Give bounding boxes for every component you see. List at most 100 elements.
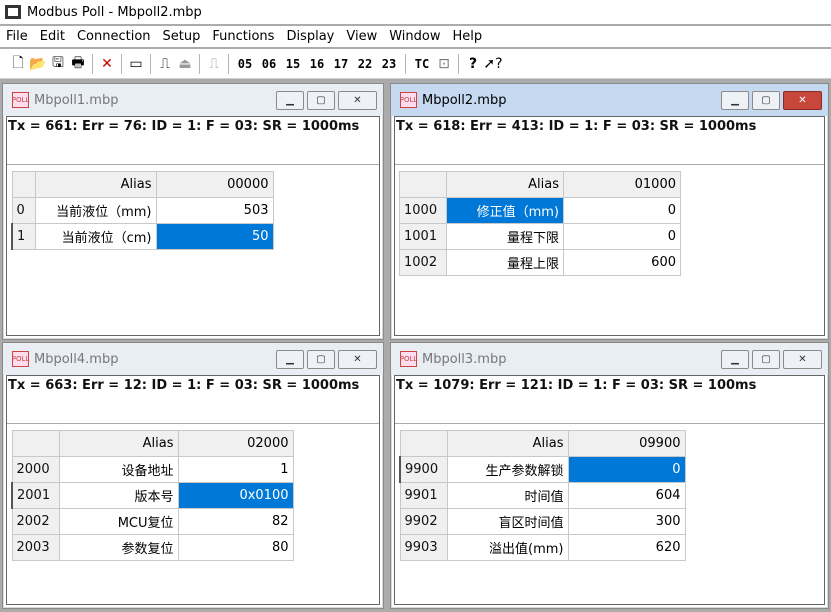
register-table: Alias 02000 2000 设备地址 1 2001 版本号 0x0100 … xyxy=(11,430,294,561)
alias-cell[interactable]: 量程下限 xyxy=(446,223,564,250)
alias-cell[interactable]: 版本号 xyxy=(58,482,179,509)
menu-file[interactable]: File xyxy=(0,29,34,44)
menu-edit[interactable]: Edit xyxy=(34,29,71,44)
value-cell[interactable]: 0 xyxy=(563,197,681,224)
print-icon[interactable]: 🖶 xyxy=(68,54,88,74)
minimize-icon[interactable]: ▁ xyxy=(721,350,749,369)
value-cell[interactable]: 1 xyxy=(177,456,294,483)
row-number: 1000 xyxy=(399,197,447,224)
value-cell[interactable]: 0x0100 xyxy=(177,482,294,509)
alias-header: Alias xyxy=(34,171,157,198)
menu-window[interactable]: Window xyxy=(383,29,446,44)
alias-cell[interactable]: MCU复位 xyxy=(58,508,179,535)
maximize-icon[interactable]: ▢ xyxy=(307,350,335,369)
mbpoll3-window[interactable]: POLL Mbpoll3.mbp ▁ ▢ ✕ Tx = 1079: Err = … xyxy=(390,342,829,609)
close-icon[interactable]: ✕ xyxy=(338,91,377,110)
minimize-icon[interactable]: ▁ xyxy=(721,91,749,110)
value-cell[interactable]: 0 xyxy=(567,456,686,483)
table-row: 2003 参数复位 80 xyxy=(11,534,294,561)
alias-cell[interactable]: 溢出值(mm) xyxy=(446,534,569,561)
fc-05-button[interactable]: 05 xyxy=(233,54,257,74)
mbpoll4-titlebar[interactable]: POLL Mbpoll4.mbp ▁ ▢ ✕ xyxy=(3,343,383,375)
maximize-icon[interactable]: ▢ xyxy=(307,91,335,110)
fc-16-button[interactable]: 16 xyxy=(305,54,329,74)
alias-cell[interactable]: 生产参数解锁 xyxy=(446,456,569,483)
mbpoll1-content: Tx = 661: Err = 76: ID = 1: F = 03: SR =… xyxy=(6,116,380,336)
help-icon[interactable]: ? xyxy=(463,54,483,74)
value-cell[interactable]: 600 xyxy=(563,249,681,276)
fc-17-button[interactable]: 17 xyxy=(329,54,353,74)
tc-button[interactable]: TC xyxy=(410,54,434,74)
mbpoll1-window[interactable]: POLL Mbpoll1.mbp ▁ ▢ ✕ Tx = 661: Err = 7… xyxy=(2,83,384,340)
column-header: 09900 xyxy=(567,430,686,457)
menu-setup[interactable]: Setup xyxy=(157,29,207,44)
row-number: 9902 xyxy=(399,508,448,535)
column-header: 00000 xyxy=(155,171,274,198)
save-icon[interactable]: 🖫 xyxy=(48,54,68,74)
mbpoll4-window[interactable]: POLL Mbpoll4.mbp ▁ ▢ ✕ Tx = 663: Err = 1… xyxy=(2,342,384,609)
app-title: Modbus Poll - Mbpoll2.mbp xyxy=(27,4,202,20)
row-number: 2002 xyxy=(11,508,60,535)
row-number: 9903 xyxy=(399,534,448,561)
alias-cell[interactable]: 参数复位 xyxy=(58,534,179,561)
value-cell[interactable]: 50 xyxy=(155,223,274,250)
delete-icon[interactable]: ✕ xyxy=(97,54,117,74)
value-cell[interactable]: 620 xyxy=(567,534,686,561)
alias-cell[interactable]: 时间值 xyxy=(446,482,569,509)
value-cell[interactable]: 80 xyxy=(177,534,294,561)
minimize-icon[interactable]: ▁ xyxy=(276,350,304,369)
alias-cell[interactable]: 当前液位（cm) xyxy=(34,223,157,250)
communication-icon[interactable]: ⊡ xyxy=(434,54,454,74)
toolbar-divider xyxy=(405,53,406,74)
menubar: File Edit Connection Setup Functions Dis… xyxy=(0,26,831,47)
toolbar-divider xyxy=(150,53,151,74)
menu-connection[interactable]: Connection xyxy=(71,29,157,44)
row-number: 2000 xyxy=(11,456,60,483)
menu-help[interactable]: Help xyxy=(446,29,488,44)
maximize-icon[interactable]: ▢ xyxy=(752,350,780,369)
column-header: 01000 xyxy=(563,171,681,198)
menu-view[interactable]: View xyxy=(340,29,383,44)
maximize-icon[interactable]: ▢ xyxy=(752,91,780,110)
alias-header: Alias xyxy=(446,171,564,198)
table-row: 1000 修正值（mm) 0 xyxy=(399,197,681,224)
disconnect-icon[interactable]: ⏏ xyxy=(175,54,195,74)
open-folder-icon[interactable]: 📂 xyxy=(28,54,48,74)
divider xyxy=(395,423,824,424)
alias-cell[interactable]: 量程上限 xyxy=(446,249,564,276)
value-cell[interactable]: 503 xyxy=(155,197,274,224)
connect-icon[interactable]: ⎍ xyxy=(155,54,175,74)
window-icon[interactable]: ▭ xyxy=(126,54,146,74)
fc-15-button[interactable]: 15 xyxy=(281,54,305,74)
mbpoll2-window[interactable]: POLL Mbpoll2.mbp ▁ ▢ ✕ Tx = 618: Err = 4… xyxy=(390,83,829,340)
fc-23-button[interactable]: 23 xyxy=(377,54,401,74)
value-cell[interactable]: 0 xyxy=(563,223,681,250)
divider xyxy=(7,164,379,165)
value-cell[interactable]: 604 xyxy=(567,482,686,509)
status-line: Tx = 661: Err = 76: ID = 1: F = 03: SR =… xyxy=(8,119,360,134)
mbpoll1-titlebar[interactable]: POLL Mbpoll1.mbp ▁ ▢ ✕ xyxy=(3,84,383,116)
close-icon[interactable]: ✕ xyxy=(783,350,822,369)
pulse-icon[interactable]: ⎍ xyxy=(204,54,224,74)
table-corner xyxy=(11,430,60,457)
alias-cell[interactable]: 当前液位（mm) xyxy=(34,197,157,224)
row-number: 1002 xyxy=(399,249,447,276)
close-icon[interactable]: ✕ xyxy=(783,91,822,110)
alias-cell[interactable]: 修正值（mm) xyxy=(446,197,564,224)
fc-22-button[interactable]: 22 xyxy=(353,54,377,74)
document-icon: POLL xyxy=(400,92,417,108)
table-row: 2000 设备地址 1 xyxy=(11,456,294,483)
mbpoll2-titlebar[interactable]: POLL Mbpoll2.mbp ▁ ▢ ✕ xyxy=(391,84,828,116)
value-cell[interactable]: 82 xyxy=(177,508,294,535)
new-file-icon[interactable]: 🗋 xyxy=(8,54,28,74)
alias-cell[interactable]: 设备地址 xyxy=(58,456,179,483)
menu-display[interactable]: Display xyxy=(280,29,340,44)
close-icon[interactable]: ✕ xyxy=(338,350,377,369)
value-cell[interactable]: 300 xyxy=(567,508,686,535)
alias-cell[interactable]: 盲区时间值 xyxy=(446,508,569,535)
mbpoll3-titlebar[interactable]: POLL Mbpoll3.mbp ▁ ▢ ✕ xyxy=(391,343,828,375)
fc-06-button[interactable]: 06 xyxy=(257,54,281,74)
menu-functions[interactable]: Functions xyxy=(206,29,280,44)
minimize-icon[interactable]: ▁ xyxy=(276,91,304,110)
context-help-icon[interactable]: ➚? xyxy=(483,54,503,74)
